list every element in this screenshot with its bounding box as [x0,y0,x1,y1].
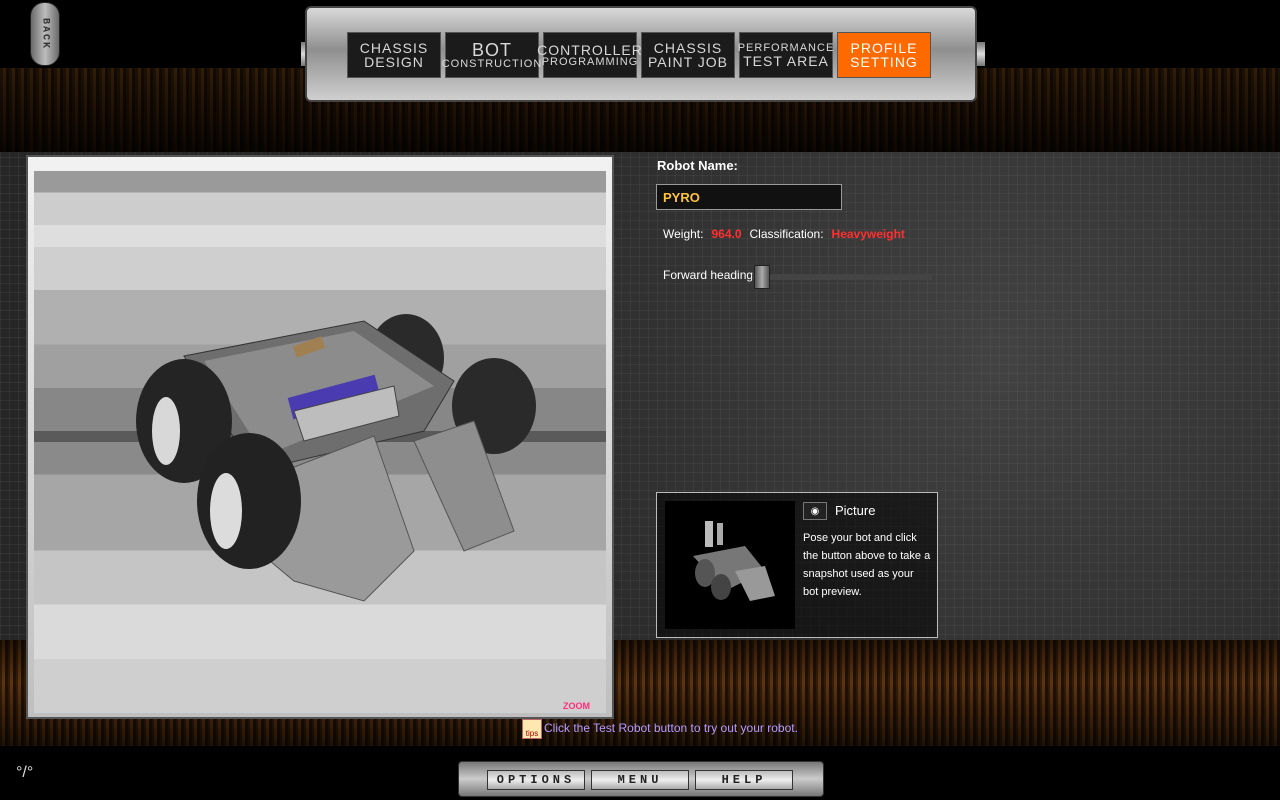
tab-label-line1: PERFORMANCE [737,41,835,54]
bottom-menu-bar: OPTIONS MENU HELP [458,761,824,797]
tab-label-line2: PAINT JOB [647,54,729,70]
forward-heading-slider-handle[interactable] [754,265,770,289]
picture-panel: ◉ Picture Pose your bot and click the bu… [656,492,938,638]
robot-snapshot-thumbnail [665,501,795,629]
robot-preview-panel[interactable]: ZOOM [26,155,614,719]
tab-label-line1: BOT [471,39,512,60]
classification-value: Heavyweight [831,227,905,241]
camera-snapshot-button[interactable]: ◉ [803,502,827,520]
tab-chassis-paint-job[interactable]: CHASSIS PAINT JOB [641,32,735,78]
tab-label-line2: TEST AREA [743,52,829,69]
help-button[interactable]: HELP [695,770,793,790]
tab-chassis-design[interactable]: CHASSIS DESIGN [347,32,441,78]
classification-label: Classification: [749,227,824,241]
picture-title: Picture [835,503,876,518]
back-label: BACK [39,17,51,50]
tab-label-line1: CHASSIS [653,40,723,56]
menu-button[interactable]: MENU [591,770,689,790]
tab-label-line1: PROFILE [850,40,918,56]
robot-name-input[interactable]: PYRO [656,184,842,210]
back-button[interactable]: BACK [30,2,60,66]
picture-description: Pose your bot and click the button above… [803,532,931,598]
tab-label-line2: CONSTRUCTION [441,57,543,70]
loading-indicator-icon: °/° [16,764,34,781]
robot-stats-row: Weight: 964.0 Classification: Heavyweigh… [663,227,905,241]
robot-model-image [136,314,536,602]
tab-label-line2: DESIGN [364,54,424,70]
weight-label: Weight: [663,227,704,241]
options-button[interactable]: OPTIONS [487,770,585,790]
tab-controller-programming[interactable]: CONTROLLER PROGRAMMING [537,32,642,78]
weight-value: 964.0 [711,227,742,241]
tips-icon: tips [522,719,542,739]
tab-label-line1: CONTROLLER [537,41,643,58]
zoom-button[interactable]: ZOOM [563,701,590,711]
tips-icon-text: tips [525,729,539,738]
tip-text: Click the Test Robot button to try out y… [544,721,798,735]
tab-profile-setting[interactable]: PROFILE SETTING [837,32,931,78]
tab-bot-construction[interactable]: BOT CONSTRUCTION [442,32,541,78]
tab-label-line1: CHASSIS [359,40,429,56]
forward-heading-slider-track[interactable] [752,274,932,280]
main-tab-bar: CHASSIS DESIGN BOT CONSTRUCTION CONTROLL… [301,6,985,102]
forward-heading-label: Forward heading: [663,268,757,282]
camera-icon: ◉ [810,505,820,517]
tab-label-line2: PROGRAMMING [541,55,639,68]
tab-performance-test-area[interactable]: PERFORMANCE TEST AREA [737,32,835,78]
tab-label-line2: SETTING [850,54,918,70]
robot-3d-viewport[interactable]: ZOOM [34,171,606,713]
robot-name-label: Robot Name: [657,158,738,173]
